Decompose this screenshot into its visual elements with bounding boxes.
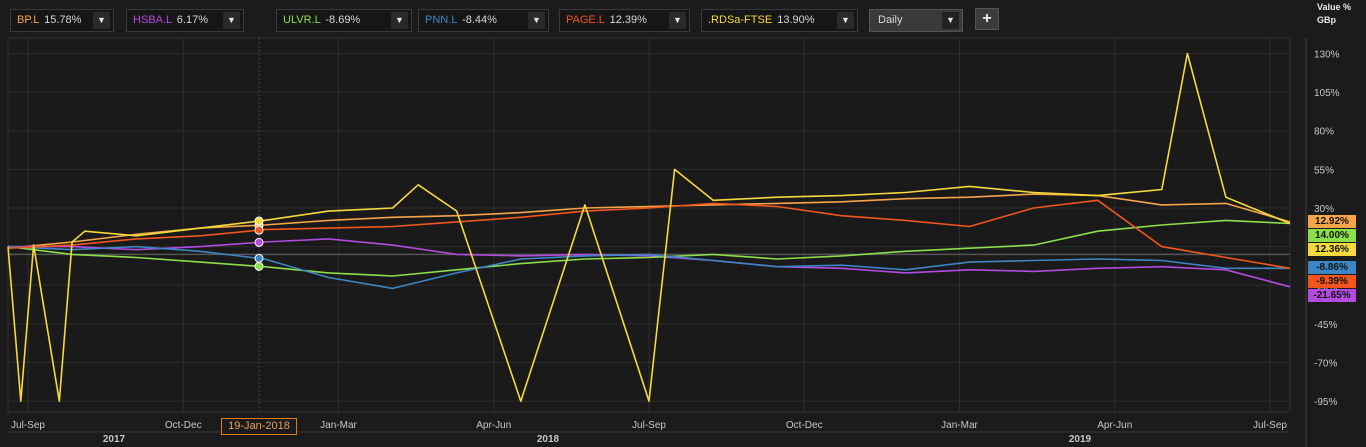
- x-tick-label: Oct-Dec: [786, 420, 823, 431]
- y-tick-label: -95%: [1314, 397, 1337, 408]
- x-tick-label: Jul-Sep: [1253, 420, 1287, 431]
- last-value-label: -21.65%: [1308, 289, 1356, 303]
- y-tick-label: 55%: [1314, 165, 1334, 176]
- x-year-label: 2017: [103, 434, 126, 445]
- y-tick-label: 130%: [1314, 49, 1340, 60]
- x-tick-label: Jul-Sep: [11, 420, 45, 431]
- last-value-label: 12.36%: [1308, 242, 1356, 256]
- crosshair-marker: [254, 225, 264, 235]
- y-tick-label: 105%: [1314, 88, 1340, 99]
- y-tick-label: -70%: [1314, 359, 1337, 370]
- y-tick-label: 30%: [1314, 204, 1334, 215]
- crosshair-marker: [254, 261, 264, 271]
- last-value-label: 12.92%: [1308, 214, 1356, 228]
- x-tick-label: Jan-Mar: [941, 420, 978, 431]
- x-year-label: 2019: [1069, 434, 1092, 445]
- x-tick-label: Jul-Sep: [632, 420, 666, 431]
- crosshair-marker: [254, 253, 264, 263]
- x-tick-label: Oct-Dec: [165, 420, 202, 431]
- y-tick-label: -45%: [1314, 320, 1337, 331]
- crosshair-marker: [254, 237, 264, 247]
- last-value-label: 14.00%: [1308, 228, 1356, 242]
- x-tick-label: Apr-Jun: [1097, 420, 1132, 431]
- x-tick-label: Jan-Mar: [320, 420, 357, 431]
- x-tick-label: Apr-Jun: [476, 420, 511, 431]
- x-year-label: 2018: [537, 434, 560, 445]
- line-chart[interactable]: Jul-Sep Oct-Dec Jan-Mar Apr-Jun Jul-Sep Oct-D…: [0, 0, 1366, 447]
- y-tick-label: 80%: [1314, 127, 1334, 138]
- last-value-label: -9.39%: [1308, 275, 1356, 289]
- last-value-label: -8.86%: [1308, 261, 1356, 275]
- crosshair-marker: [254, 216, 264, 226]
- crosshair-date-label: 19-Jan-2018: [221, 418, 297, 435]
